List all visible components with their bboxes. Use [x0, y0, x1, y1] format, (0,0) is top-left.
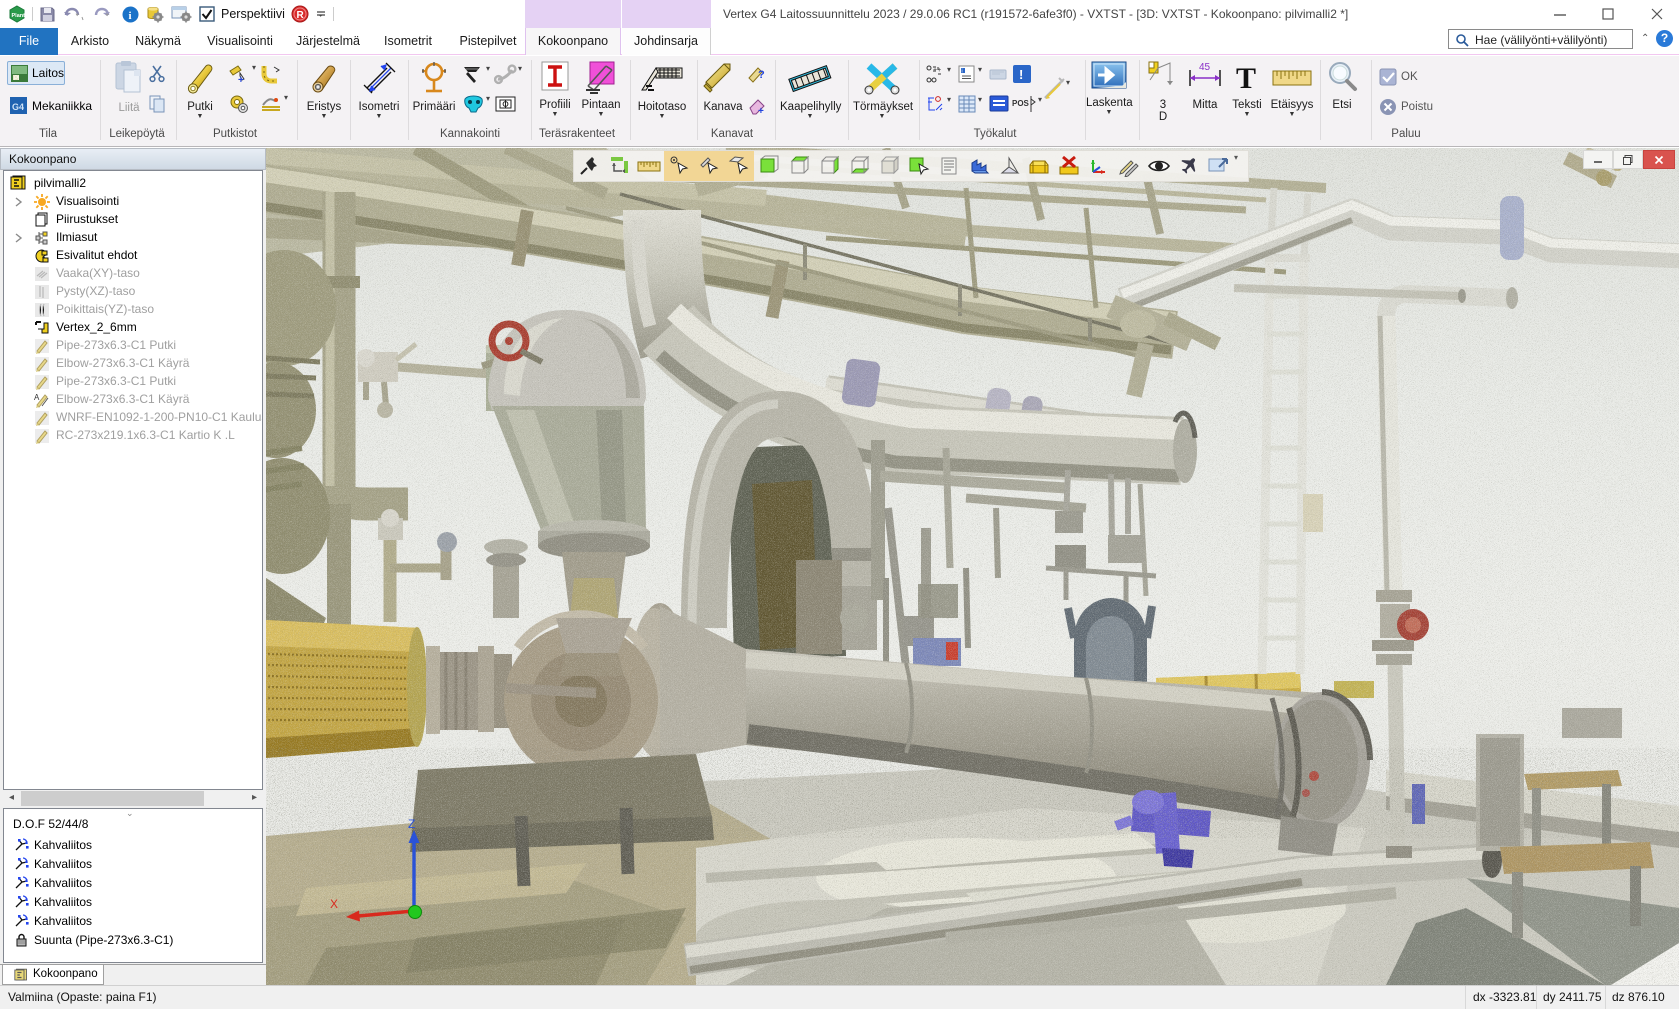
svg-text:X: X [330, 897, 338, 911]
svg-text:Pl: Pl [14, 76, 19, 82]
svg-text:G4: G4 [12, 102, 24, 112]
svg-text:?: ? [758, 69, 765, 81]
svg-text:+: + [238, 75, 244, 85]
svg-text:Z: Z [408, 817, 415, 831]
svg-text:POS: POS [1012, 99, 1030, 108]
svg-text:A: A [34, 393, 40, 402]
svg-text:++: ++ [933, 67, 941, 74]
svg-text:!: ! [1019, 67, 1023, 82]
svg-text:Plant: Plant [12, 13, 26, 19]
svg-text:i: i [129, 10, 132, 22]
svg-text:T: T [1236, 62, 1256, 95]
svg-text:+: + [758, 106, 764, 116]
svg-text:i: i [962, 69, 963, 75]
svg-text:R: R [296, 10, 304, 21]
svg-text:45: 45 [1199, 62, 1211, 73]
